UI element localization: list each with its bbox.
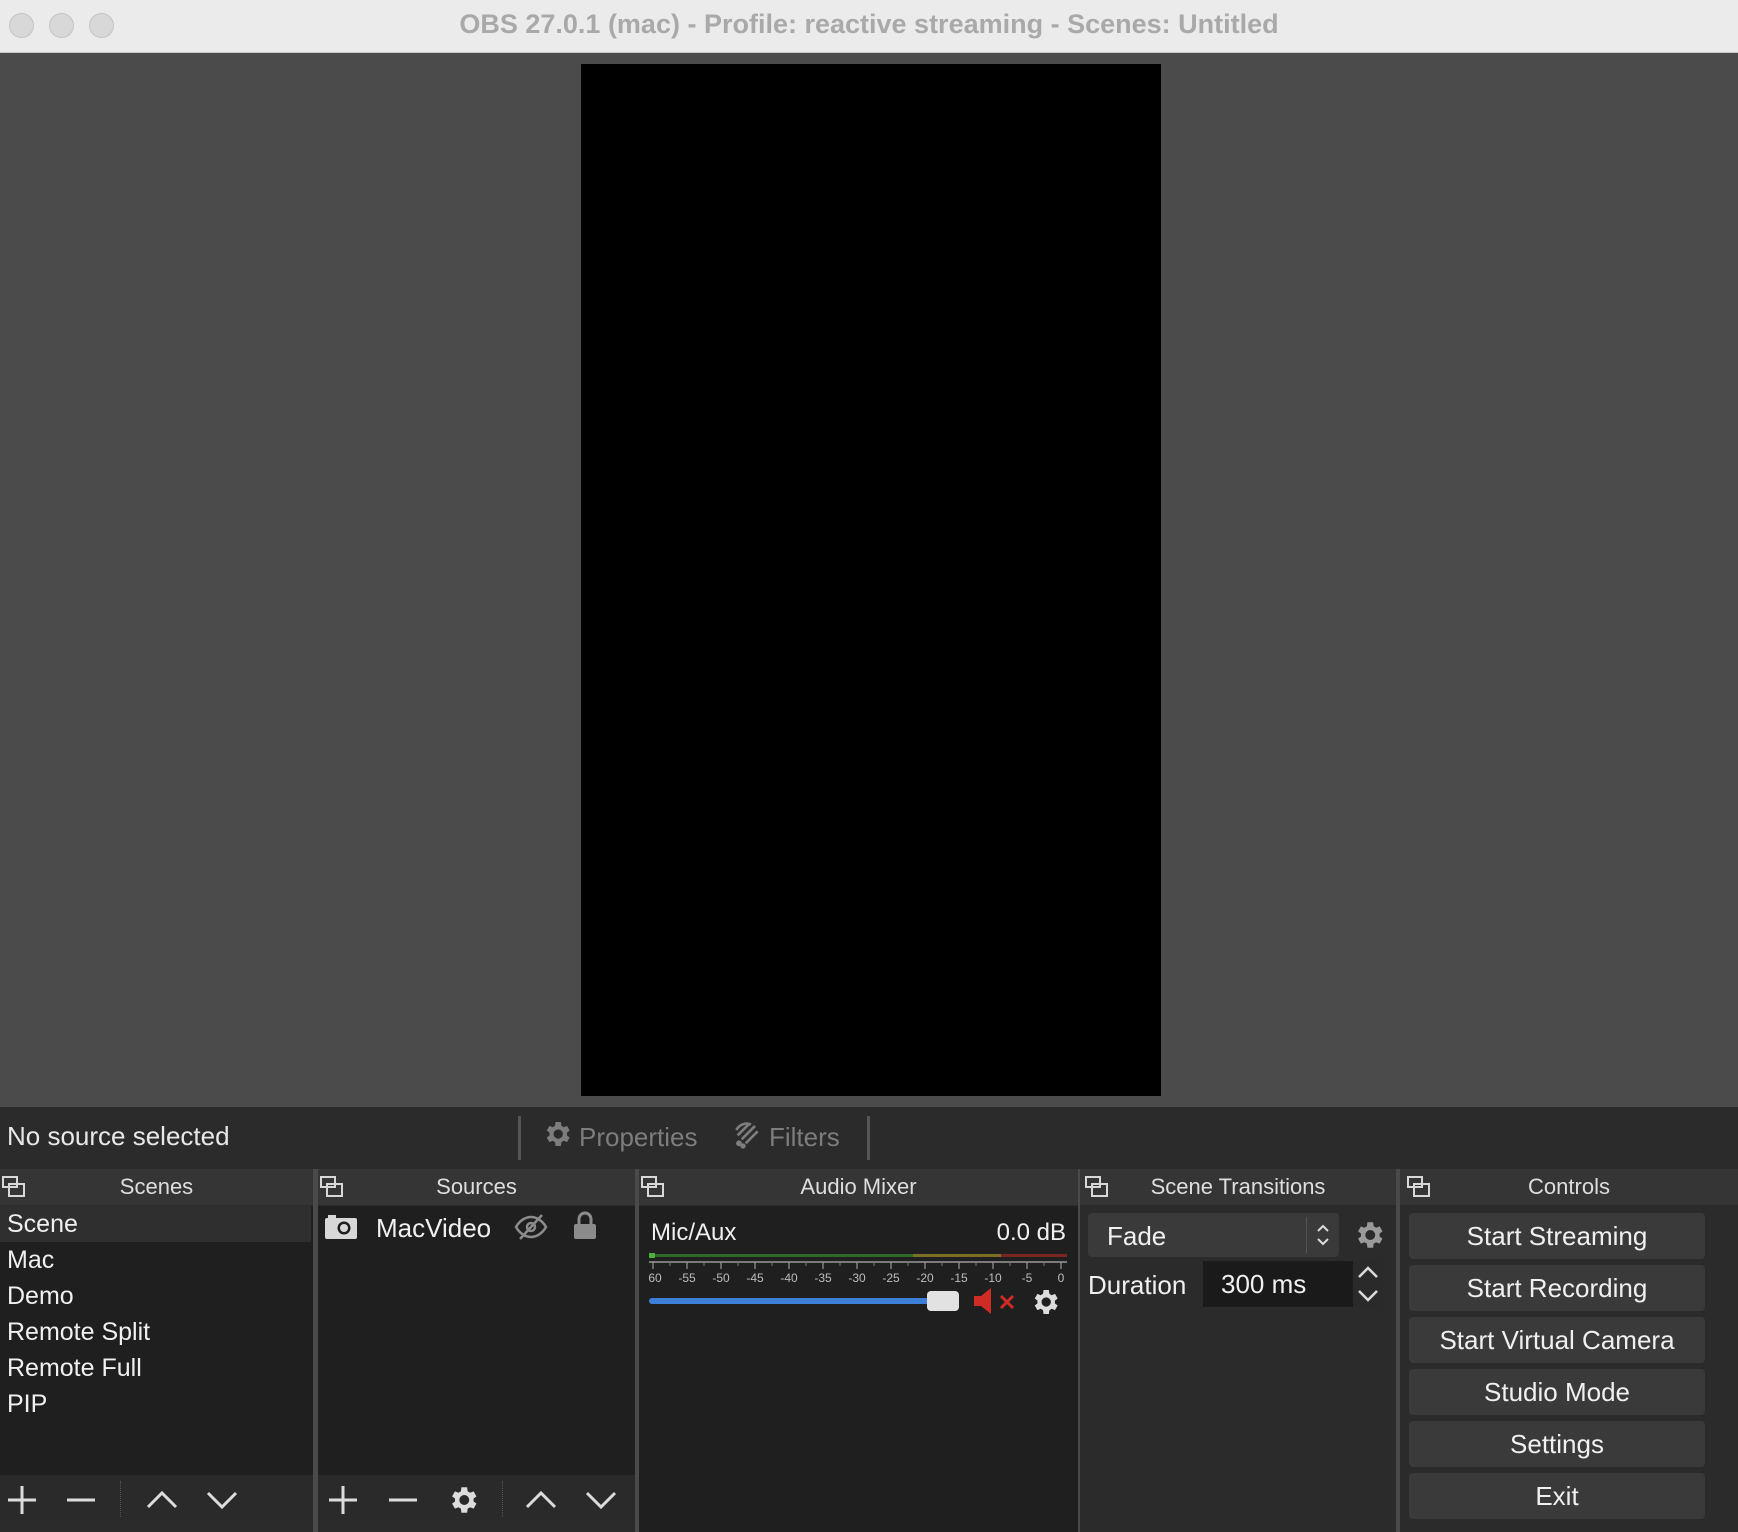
volume-fader[interactable] — [649, 1286, 959, 1316]
audio-mixer-panel: Mic/Aux 0.0 dB -60-55-50-45-40-35-30-25-… — [639, 1206, 1078, 1532]
meter-tick-label: -50 — [712, 1271, 730, 1285]
filters-button[interactable]: Filters — [731, 1118, 840, 1157]
undock-icon[interactable] — [320, 1176, 344, 1198]
gear-icon — [541, 1118, 573, 1157]
meter-tick-label: -45 — [746, 1271, 764, 1285]
filter-icon — [731, 1118, 763, 1157]
exit-button[interactable]: Exit — [1409, 1473, 1705, 1519]
scene-item[interactable]: PIP — [0, 1386, 311, 1422]
meter-tick-label: -10 — [984, 1271, 1002, 1285]
scene-item[interactable]: Mac — [0, 1242, 311, 1278]
duration-label: Duration — [1088, 1270, 1187, 1300]
audio-mixer-dock-header: Audio Mixer — [639, 1169, 1078, 1205]
controls-dock-header: Controls — [1400, 1169, 1738, 1205]
scenes-dock: Scenes Scene Mac Demo Remote Split Remot… — [0, 1169, 313, 1532]
remove-source-button[interactable] — [386, 1483, 420, 1517]
meter-tick-label: 0 — [1058, 1271, 1065, 1285]
volume-meter: -60-55-50-45-40-35-30-25-20-15-10-50 — [649, 1253, 1067, 1285]
source-label: MacVideo — [376, 1213, 492, 1243]
camera-icon — [325, 1215, 357, 1239]
scene-transitions-dock-header: Scene Transitions — [1080, 1169, 1396, 1205]
move-source-down-button[interactable] — [584, 1483, 618, 1517]
preview-area — [0, 54, 1738, 1107]
eye-hidden-icon[interactable] — [514, 1214, 548, 1240]
controls-title: Controls — [1528, 1174, 1610, 1199]
scene-item[interactable]: Demo — [0, 1278, 311, 1314]
meter-tick-label: -60 — [649, 1271, 662, 1285]
source-properties-gear-icon[interactable] — [446, 1483, 480, 1517]
scene-item[interactable]: Remote Full — [0, 1350, 311, 1386]
scenes-list[interactable]: Scene Mac Demo Remote Split Remote Full … — [0, 1206, 313, 1484]
scene-item[interactable]: Scene — [0, 1206, 311, 1242]
mixer-channel-label: Mic/Aux — [651, 1219, 737, 1246]
start-virtual-camera-button[interactable]: Start Virtual Camera — [1409, 1317, 1705, 1363]
window-titlebar: OBS 27.0.1 (mac) - Profile: reactive str… — [0, 0, 1738, 53]
sources-dock-header: Sources — [318, 1169, 635, 1205]
lock-icon[interactable] — [572, 1211, 598, 1241]
meter-tick-label: -55 — [678, 1271, 696, 1285]
mixer-level-readout: 0.0 dB — [996, 1219, 1066, 1246]
window-title: OBS 27.0.1 (mac) - Profile: reactive str… — [459, 9, 1279, 39]
transition-select[interactable]: Fade — [1088, 1213, 1339, 1257]
filters-label: Filters — [769, 1122, 840, 1152]
chevron-up-icon[interactable] — [1356, 1263, 1380, 1283]
add-scene-button[interactable] — [5, 1483, 39, 1517]
properties-button[interactable]: Properties — [541, 1118, 698, 1157]
select-divider — [1306, 1217, 1307, 1253]
start-recording-button[interactable]: Start Recording — [1409, 1265, 1705, 1311]
source-item[interactable]: MacVideo — [318, 1206, 635, 1248]
audio-mixer-title: Audio Mixer — [800, 1174, 917, 1199]
toolbar-separator — [120, 1481, 121, 1517]
toolbar-separator — [867, 1116, 870, 1160]
duration-value: 300 ms — [1221, 1269, 1307, 1299]
transition-settings-gear-icon[interactable] — [1352, 1218, 1386, 1252]
no-source-status: No source selected — [7, 1121, 230, 1151]
add-source-button[interactable] — [326, 1483, 360, 1517]
meter-tick-label: -35 — [814, 1271, 832, 1285]
scenes-dock-header: Scenes — [0, 1169, 313, 1205]
toolbar-separator — [502, 1481, 503, 1517]
speaker-muted-icon[interactable] — [972, 1286, 998, 1316]
move-scene-up-button[interactable] — [145, 1483, 179, 1517]
sources-toolbar — [318, 1475, 635, 1522]
undock-icon[interactable] — [1407, 1176, 1431, 1198]
mute-x-icon — [999, 1294, 1015, 1310]
chevron-down-icon[interactable] — [1356, 1285, 1380, 1305]
sources-title: Sources — [436, 1174, 517, 1199]
settings-button[interactable]: Settings — [1409, 1421, 1705, 1467]
meter-tick-label: -20 — [916, 1271, 934, 1285]
source-context-bar: No source selected Properties Filters — [0, 1107, 1738, 1169]
move-source-up-button[interactable] — [524, 1483, 558, 1517]
duration-spinbox[interactable]: 300 ms — [1203, 1261, 1383, 1307]
fader-handle[interactable] — [927, 1291, 959, 1311]
meter-tick-label: -30 — [848, 1271, 866, 1285]
transition-select-value: Fade — [1107, 1221, 1167, 1251]
scenes-title: Scenes — [119, 1174, 194, 1199]
studio-mode-button[interactable]: Studio Mode — [1409, 1369, 1705, 1415]
audio-mixer-dock: Audio Mixer Mic/Aux 0.0 dB -60-55-50-45-… — [639, 1169, 1078, 1532]
duration-stepper — [1353, 1261, 1383, 1307]
audio-settings-gear-icon[interactable] — [1029, 1286, 1061, 1318]
undock-icon[interactable] — [641, 1176, 665, 1198]
properties-label: Properties — [579, 1122, 698, 1152]
scene-transitions-dock: Scene Transitions Fade Duration 300 ms — [1080, 1169, 1396, 1532]
scenes-toolbar — [0, 1475, 313, 1522]
chevron-updown-icon — [1317, 1224, 1329, 1246]
meter-tick-label: -40 — [780, 1271, 798, 1285]
start-streaming-button[interactable]: Start Streaming — [1409, 1213, 1705, 1259]
sources-dock: Sources MacVideo — [318, 1169, 635, 1532]
scene-transitions-title: Scene Transitions — [1150, 1174, 1326, 1199]
scene-item[interactable]: Remote Split — [0, 1314, 311, 1350]
undock-icon[interactable] — [2, 1176, 26, 1198]
remove-scene-button[interactable] — [64, 1483, 98, 1517]
sources-list[interactable]: MacVideo — [318, 1206, 635, 1484]
meter-tick-label: -5 — [1022, 1271, 1033, 1285]
undock-icon[interactable] — [1085, 1176, 1109, 1198]
move-scene-down-button[interactable] — [205, 1483, 239, 1517]
meter-tick-label: -25 — [882, 1271, 900, 1285]
controls-dock: Controls Start Streaming Start Recording… — [1400, 1169, 1738, 1532]
preview-canvas[interactable] — [581, 64, 1161, 1096]
toolbar-separator — [518, 1116, 521, 1160]
meter-tick-label: -15 — [950, 1271, 968, 1285]
